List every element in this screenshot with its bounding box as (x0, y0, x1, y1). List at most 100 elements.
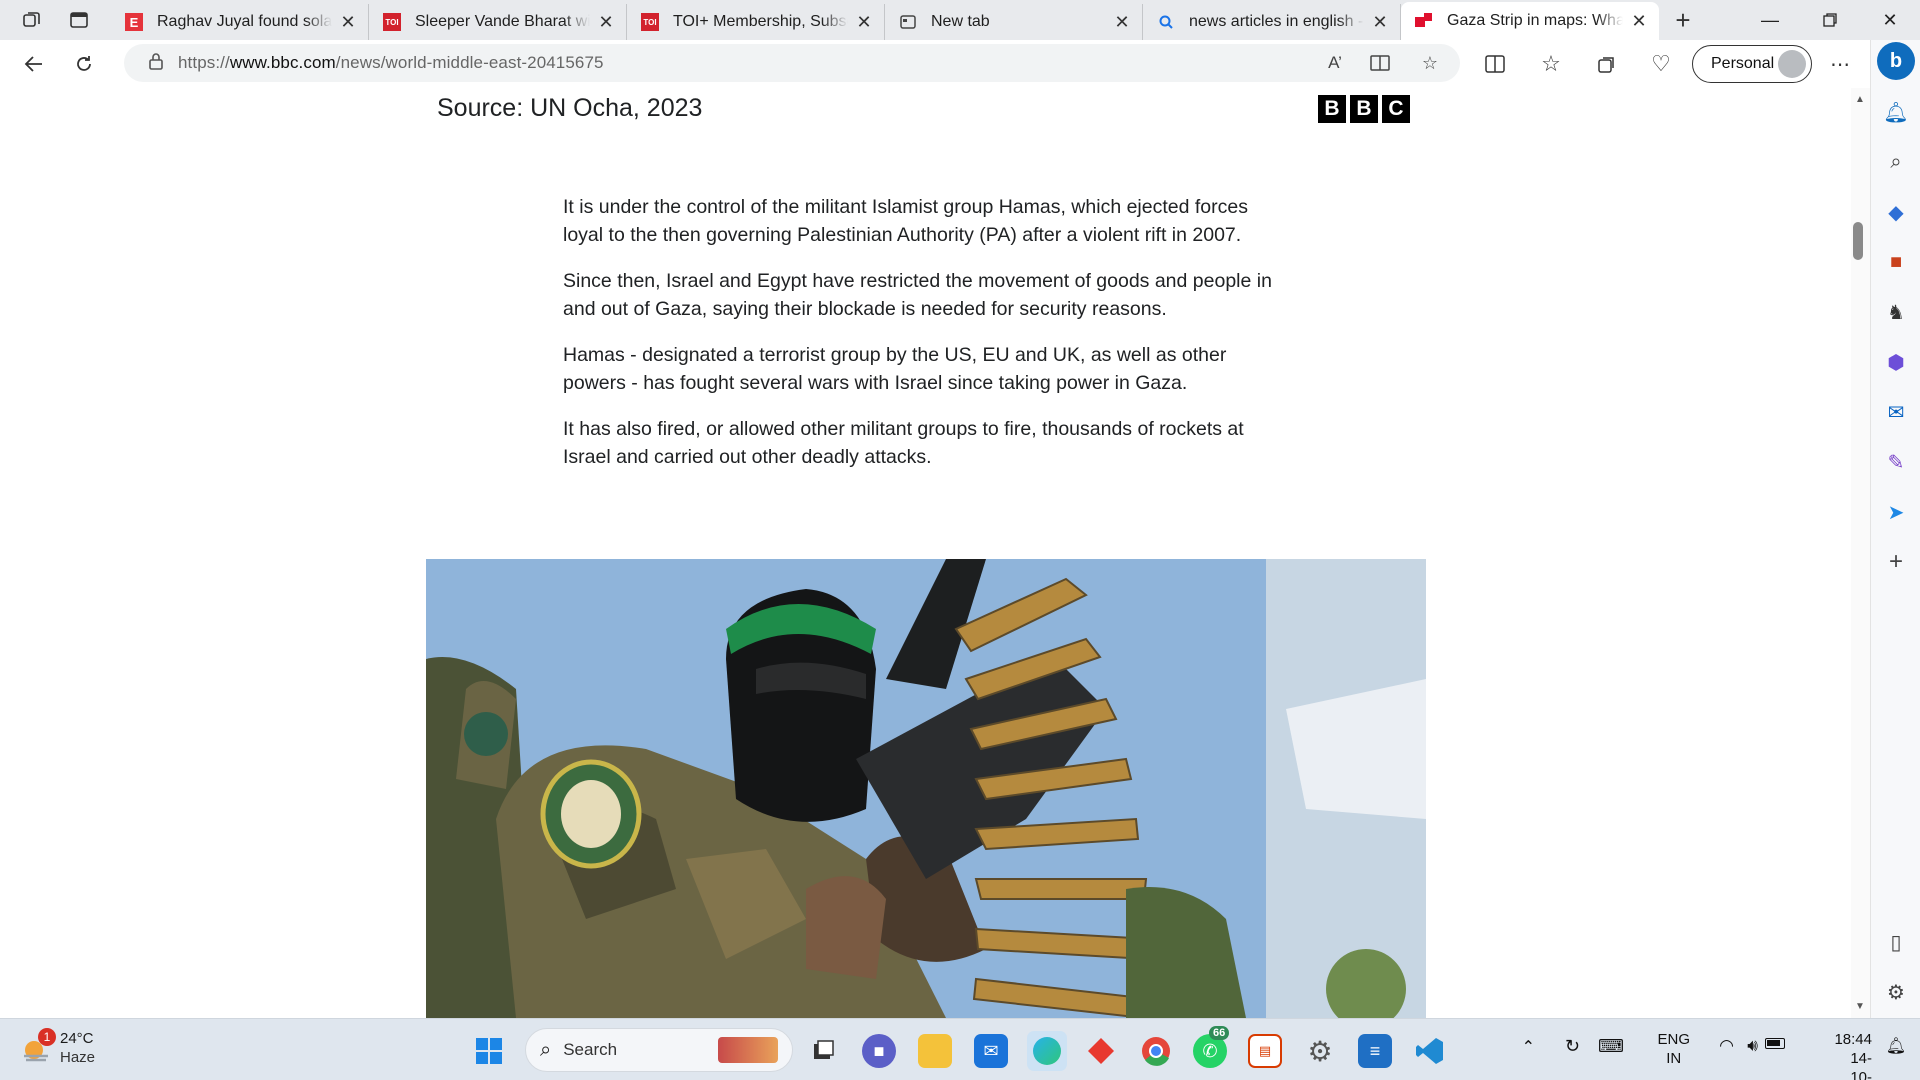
windows-taskbar: 1 24°C Haze ⌕ Search ■ ✉ ✆ 66 ▤ ⚙ ≡ ⌃ ↻ … (0, 1018, 1920, 1080)
minimize-button[interactable]: — (1740, 0, 1800, 40)
profile-label: Personal (1711, 55, 1775, 72)
weather-temp: 24°C (60, 1030, 94, 1047)
vscode-icon[interactable] (1413, 1034, 1447, 1068)
close-tab-icon[interactable]: ✕ (854, 12, 874, 33)
site-favicon: TOI (383, 13, 401, 31)
office-document-icon[interactable]: ▤ (1248, 1034, 1282, 1068)
new-tab-button[interactable]: + (1663, 2, 1703, 38)
tab-title: Sleeper Vande Bharat will c (415, 13, 590, 30)
haze-sun-icon: 1 (20, 1028, 56, 1064)
article-photo (426, 559, 1426, 1018)
task-view-icon[interactable] (806, 1034, 840, 1068)
browser-tab[interactable]: E Raghav Juyal found solace in ✕ (111, 4, 369, 40)
file-explorer-icon[interactable] (918, 1034, 952, 1068)
back-button[interactable] (14, 44, 54, 84)
outlook-icon[interactable]: ✉ (1881, 397, 1911, 427)
militant-photo-illustration (426, 559, 1426, 1018)
browser-tab[interactable]: news articles in english - Se ✕ (1143, 4, 1401, 40)
tab-title: news articles in english - Se (1189, 13, 1364, 30)
article-paragraph: Since then, Israel and Egypt have restri… (563, 270, 1272, 320)
tab-actions-icon[interactable] (64, 5, 94, 35)
notification-bell-icon[interactable]: 🔔︎ (1886, 1036, 1906, 1056)
tools-icon[interactable]: ■ (1881, 247, 1911, 277)
bbc-letter: B (1318, 95, 1346, 123)
teams-chat-icon[interactable]: ■ (862, 1034, 896, 1068)
favorite-star-icon[interactable]: ☆ (1414, 48, 1446, 78)
hide-sidebar-icon[interactable]: ▯ (1881, 927, 1911, 957)
keyboard-icon[interactable]: ⌨ (1598, 1036, 1624, 1057)
lock-icon[interactable] (148, 52, 164, 75)
microsoft-365-icon[interactable]: ⬢ (1881, 347, 1911, 377)
close-tab-icon[interactable]: ✕ (1370, 12, 1390, 33)
battery-icon[interactable] (1765, 1038, 1785, 1049)
tab-title: Raghav Juyal found solace in (157, 13, 332, 30)
workspaces-icon[interactable] (17, 5, 47, 35)
browser-tab[interactable]: New tab ✕ (885, 4, 1143, 40)
collections-icon[interactable] (1587, 44, 1627, 84)
read-aloud-icon[interactable]: A’ (1319, 48, 1351, 78)
games-icon[interactable]: ♞ (1881, 297, 1911, 327)
search-icon[interactable]: ⌕ (1881, 147, 1911, 177)
whatsapp-icon[interactable]: ✆ 66 (1193, 1026, 1230, 1068)
search-highlight-image (718, 1037, 778, 1063)
address-bar[interactable]: https://www.bbc.com/news/world-middle-ea… (124, 44, 1460, 82)
close-tab-icon[interactable]: ✕ (596, 12, 616, 33)
volume-icon[interactable]: 🔊︎ (1747, 1036, 1758, 1056)
restore-button[interactable] (1800, 0, 1860, 40)
settings-gear-icon[interactable]: ⚙ (1303, 1034, 1337, 1068)
scroll-up-arrow-icon[interactable]: ▲ (1855, 94, 1865, 105)
edge-sidebar: b 🔔︎ ⌕ ◆ ■ ♞ ⬢ ✉ ✎ ➤ + ▯ ⚙ (1870, 40, 1920, 1018)
url-prefix: https:// (178, 53, 230, 72)
bbc-letter: C (1382, 95, 1410, 123)
sync-icon[interactable]: ↻ (1565, 1036, 1580, 1057)
split-screen-icon[interactable] (1475, 44, 1515, 84)
notification-bell-icon[interactable]: 🔔︎ (1881, 97, 1911, 127)
start-button[interactable] (472, 1034, 506, 1068)
chevron-up-icon[interactable]: ⌃ (1522, 1037, 1535, 1057)
close-tab-icon[interactable]: ✕ (338, 12, 358, 33)
immersive-reader-icon[interactable] (1364, 48, 1396, 78)
url-path: /news/world-middle-east-20415675 (335, 53, 604, 72)
copilot-icon[interactable]: b (1877, 42, 1915, 80)
browser-tab[interactable]: TOI Sleeper Vande Bharat will c ✕ (369, 4, 627, 40)
taskbar-search-placeholder: Search (563, 1040, 618, 1059)
profile-button[interactable]: Personal (1692, 45, 1812, 83)
designer-icon[interactable]: ✎ (1881, 447, 1911, 477)
bbc-letter: B (1350, 95, 1378, 123)
site-favicon: E (125, 13, 143, 31)
shopping-tag-icon[interactable]: ◆ (1881, 197, 1911, 227)
tab-title: Gaza Strip in maps: What is (1447, 12, 1623, 29)
mail-icon[interactable]: ✉ (974, 1034, 1008, 1068)
region-code: IN (1666, 1050, 1682, 1067)
browser-tab[interactable]: TOI TOI+ Membership, Subscri ✕ (627, 4, 885, 40)
close-tab-icon[interactable]: ✕ (1629, 11, 1649, 32)
more-menu-icon[interactable]: ⋯ (1820, 44, 1860, 84)
site-favicon: TOI (641, 13, 659, 31)
favorites-icon[interactable]: ☆ (1531, 44, 1571, 84)
scroll-down-arrow-icon[interactable]: ▼ (1855, 1001, 1865, 1012)
url-text[interactable]: https://www.bbc.com/news/world-middle-ea… (178, 53, 604, 73)
weather-widget[interactable]: 1 24°C Haze (20, 1028, 96, 1067)
close-tab-icon[interactable]: ✕ (1112, 12, 1132, 33)
office-app-icon[interactable] (1084, 1034, 1118, 1068)
edge-taskbar-icon[interactable] (1027, 1031, 1067, 1071)
language-indicator[interactable]: ENG IN (1657, 1030, 1690, 1068)
clock[interactable]: 18:44 14-10-2023 (1834, 1030, 1872, 1080)
scrollbar-thumb[interactable] (1853, 222, 1863, 260)
notepad-icon[interactable]: ≡ (1358, 1034, 1392, 1068)
wifi-icon[interactable]: ◠ (1719, 1036, 1734, 1056)
article-paragraph: It is under the control of the militant … (563, 196, 1248, 246)
drop-icon[interactable]: ➤ (1881, 497, 1911, 527)
refresh-button[interactable] (64, 44, 104, 84)
sidebar-settings-icon[interactable]: ⚙ (1881, 977, 1911, 1007)
close-window-button[interactable]: ✕ (1860, 0, 1920, 40)
taskbar-search[interactable]: ⌕ Search (525, 1028, 793, 1072)
newtab-icon (899, 13, 917, 31)
browser-essentials-icon[interactable]: ♡ (1641, 44, 1681, 84)
add-sidebar-app-icon[interactable]: + (1881, 547, 1911, 577)
browser-tab[interactable]: Gaza Strip in maps: What is ✕ (1401, 2, 1659, 40)
article-paragraph: Hamas - designated a terrorist group by … (563, 344, 1227, 394)
weather-desc: Haze (60, 1049, 96, 1066)
chrome-icon[interactable] (1139, 1034, 1173, 1068)
window-controls: — ✕ (1740, 0, 1920, 40)
